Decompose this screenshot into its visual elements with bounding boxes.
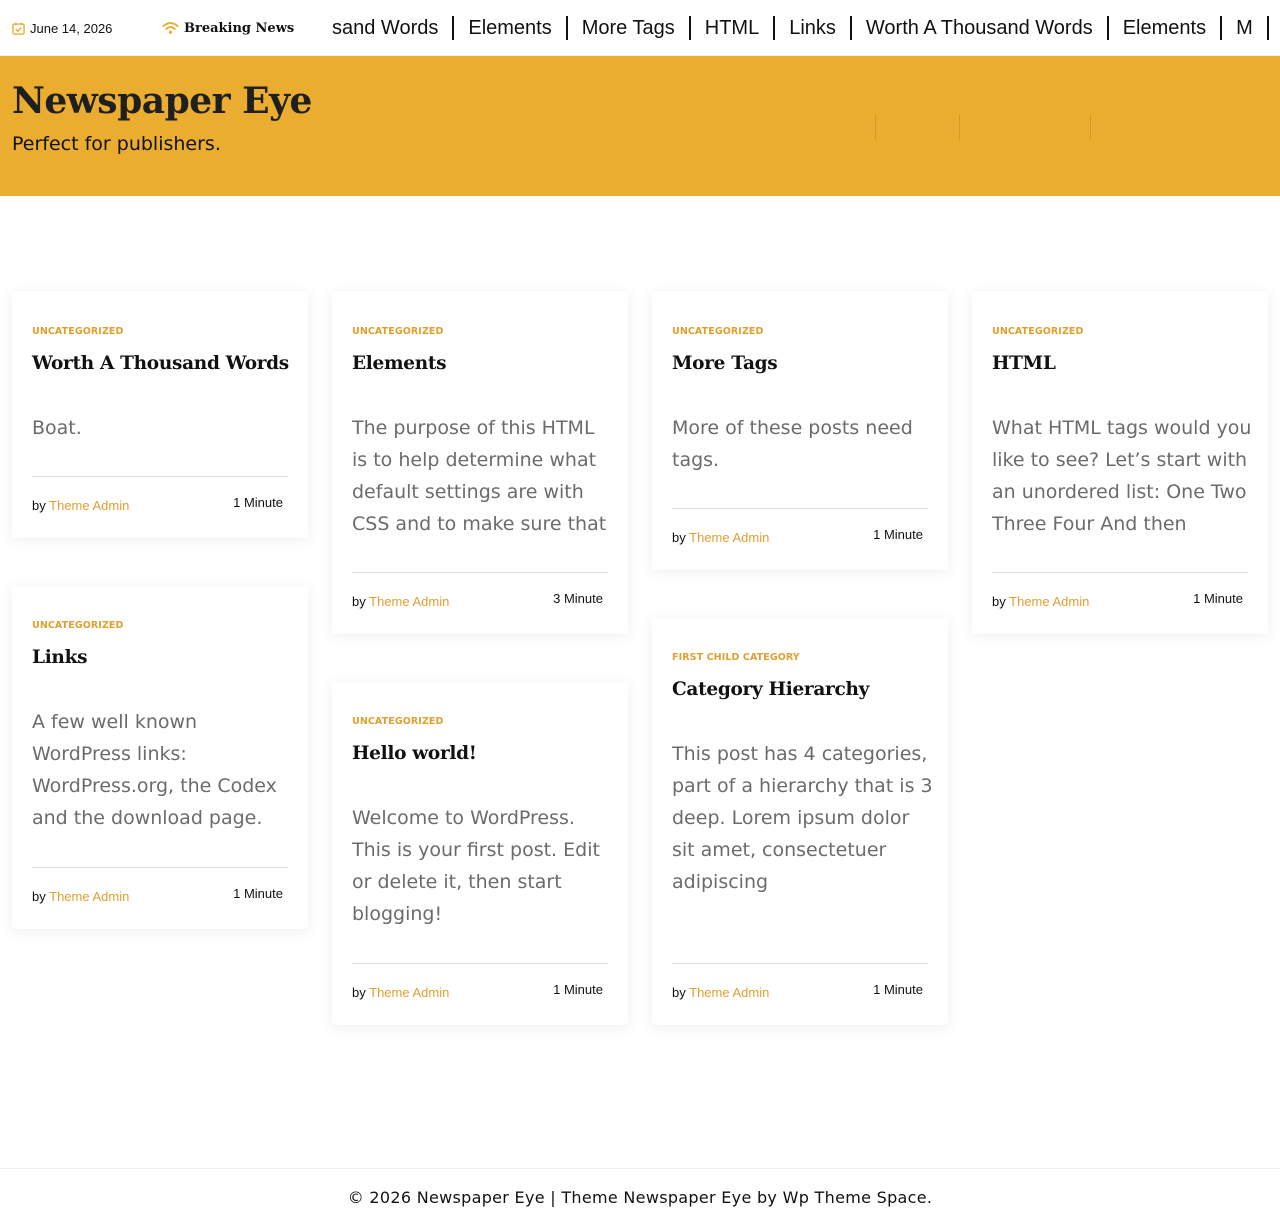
- post-card: UNCATEGORIZED More Tags More of these po…: [652, 292, 948, 570]
- top-bar: June 14, 2026 Breaking News sand Words E…: [0, 0, 1280, 56]
- post-excerpt: Boat.: [32, 417, 82, 439]
- post-title[interactable]: Hello world!: [352, 742, 616, 766]
- ticker-item[interactable]: Elements: [1109, 16, 1223, 40]
- post-meta: by Theme Admin 1 Minute: [32, 476, 288, 538]
- post-byline: by Theme Admin: [992, 594, 1089, 609]
- post-category[interactable]: UNCATEGORIZED: [992, 326, 1084, 337]
- byline-prefix: by: [32, 498, 46, 513]
- post-author[interactable]: Theme Admin: [369, 594, 449, 609]
- post-read-time: 1 Minute: [233, 495, 283, 510]
- post-author[interactable]: Theme Admin: [689, 530, 769, 545]
- breaking-news: Breaking News: [162, 18, 294, 38]
- post-card: UNCATEGORIZED Elements The purpose of th…: [332, 292, 628, 634]
- date-display: June 14, 2026: [12, 19, 112, 37]
- post-read-time: 1 Minute: [873, 982, 923, 997]
- nav-divider: [1090, 114, 1091, 140]
- byline-prefix: by: [352, 594, 366, 609]
- post-byline: by Theme Admin: [672, 985, 769, 1000]
- post-read-time: 1 Minute: [233, 886, 283, 901]
- post-category[interactable]: UNCATEGORIZED: [352, 326, 444, 337]
- post-category[interactable]: UNCATEGORIZED: [672, 326, 764, 337]
- post-meta: by Theme Admin 1 Minute: [672, 508, 928, 570]
- post-byline: by Theme Admin: [32, 889, 129, 904]
- post-excerpt: More of these posts need tags.: [672, 417, 913, 471]
- post-excerpt: The purpose of this HTML is to help dete…: [352, 417, 607, 535]
- ticker-item[interactable]: M: [1222, 16, 1269, 40]
- post-category[interactable]: UNCATEGORIZED: [32, 620, 124, 631]
- post-title[interactable]: Worth A Thousand Words: [32, 352, 296, 376]
- post-title[interactable]: HTML: [992, 352, 1256, 376]
- post-excerpt: What HTML tags would you like to see? Le…: [992, 417, 1252, 535]
- byline-prefix: by: [32, 889, 46, 904]
- ticker-item[interactable]: Worth A Thousand Words: [852, 16, 1109, 40]
- site-header: Newspaper Eye Perfect for publishers.: [0, 56, 1280, 196]
- byline-prefix: by: [992, 594, 1006, 609]
- post-byline: by Theme Admin: [352, 985, 449, 1000]
- post-category[interactable]: FIRST CHILD CATEGORY: [672, 652, 800, 663]
- post-read-time: 1 Minute: [1193, 591, 1243, 606]
- post-author[interactable]: Theme Admin: [1009, 594, 1089, 609]
- ticker-item[interactable]: Elements: [454, 16, 568, 40]
- nav-divider: [959, 114, 960, 140]
- post-meta: by Theme Admin 3 Minute: [352, 572, 608, 634]
- news-ticker: sand Words Elements More Tags HTML Links…: [324, 14, 1280, 42]
- post-read-time: 1 Minute: [873, 527, 923, 542]
- post-byline: by Theme Admin: [672, 530, 769, 545]
- site-title[interactable]: Newspaper Eye: [12, 80, 312, 122]
- post-meta: by Theme Admin 1 Minute: [352, 963, 608, 1025]
- post-meta: by Theme Admin 1 Minute: [672, 963, 928, 1025]
- footer-copyright: © 2026 Newspaper Eye | Theme Newspaper E…: [347, 1188, 933, 1207]
- post-card: FIRST CHILD CATEGORY Category Hierarchy …: [652, 618, 948, 1025]
- wifi-signal-icon: [162, 22, 179, 34]
- post-card: UNCATEGORIZED Hello world! Welcome to Wo…: [332, 682, 628, 1025]
- post-excerpt: Welcome to WordPress. This is your first…: [352, 807, 600, 925]
- post-title[interactable]: Links: [32, 646, 296, 670]
- post-read-time: 3 Minute: [553, 591, 603, 606]
- post-author[interactable]: Theme Admin: [49, 498, 129, 513]
- post-meta: by Theme Admin 1 Minute: [992, 572, 1248, 634]
- post-byline: by Theme Admin: [352, 594, 449, 609]
- ticker-item[interactable]: More Tags: [568, 16, 691, 40]
- post-card: UNCATEGORIZED Worth A Thousand Words Boa…: [12, 292, 308, 538]
- post-category[interactable]: UNCATEGORIZED: [32, 326, 124, 337]
- ticker-track: sand Words Elements More Tags HTML Links…: [324, 14, 1269, 42]
- post-card: UNCATEGORIZED HTML What HTML tags would …: [972, 292, 1268, 634]
- ticker-item[interactable]: sand Words: [324, 16, 455, 40]
- ticker-item[interactable]: Links: [775, 16, 852, 40]
- calendar-check-icon: [12, 22, 25, 35]
- site-tagline: Perfect for publishers.: [12, 133, 221, 155]
- site-footer: © 2026 Newspaper Eye | Theme Newspaper E…: [0, 1168, 1280, 1226]
- byline-prefix: by: [672, 530, 686, 545]
- ticker-item[interactable]: HTML: [691, 16, 776, 40]
- current-date: June 14, 2026: [30, 20, 113, 36]
- post-card: UNCATEGORIZED Links A few well known Wor…: [12, 586, 308, 929]
- post-title[interactable]: More Tags: [672, 352, 936, 376]
- post-excerpt: This post has 4 categories, part of a hi…: [672, 743, 933, 893]
- breaking-news-label: Breaking News: [184, 20, 295, 36]
- post-title[interactable]: Category Hierarchy: [672, 678, 936, 702]
- post-author[interactable]: Theme Admin: [49, 889, 129, 904]
- post-author[interactable]: Theme Admin: [689, 985, 769, 1000]
- byline-prefix: by: [672, 985, 686, 1000]
- post-meta: by Theme Admin 1 Minute: [32, 867, 288, 929]
- post-read-time: 1 Minute: [553, 982, 603, 997]
- post-excerpt: A few well known WordPress links: WordPr…: [32, 711, 277, 829]
- post-byline: by Theme Admin: [32, 498, 129, 513]
- post-author[interactable]: Theme Admin: [369, 985, 449, 1000]
- nav-divider: [875, 114, 876, 140]
- byline-prefix: by: [352, 985, 366, 1000]
- post-title[interactable]: Elements: [352, 352, 616, 376]
- post-category[interactable]: UNCATEGORIZED: [352, 716, 444, 727]
